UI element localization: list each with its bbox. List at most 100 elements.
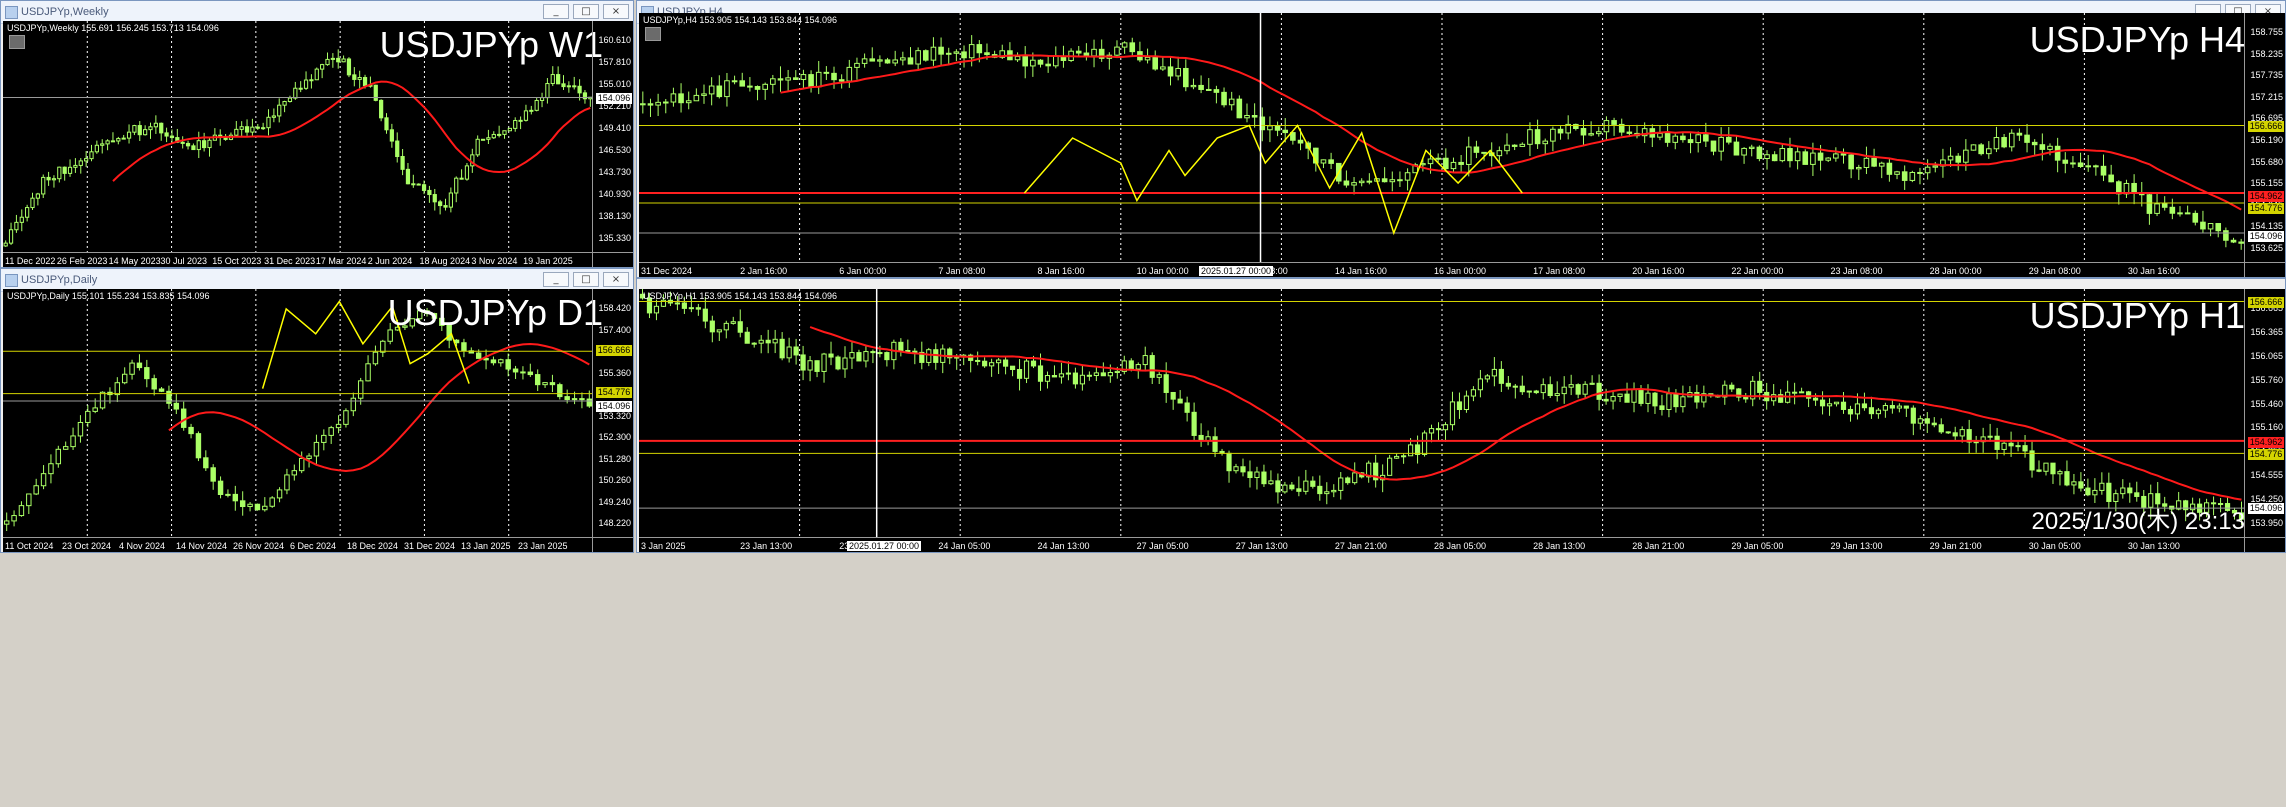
maximize-button[interactable]: □ [573, 4, 599, 19]
candle [1121, 41, 1128, 54]
candle [1212, 427, 1218, 458]
candle [838, 74, 845, 89]
candle [1016, 359, 1023, 391]
candle [1226, 450, 1232, 483]
weekly-chart-area[interactable]: USDJPYp,Weekly 155.691 156.245 153.713 1… [3, 21, 633, 267]
camera-icon[interactable] [645, 27, 661, 41]
candle [1533, 389, 1539, 395]
price-tick-label: 146.530 [598, 145, 631, 155]
candle [1366, 173, 1373, 185]
price-axis[interactable]: 158.755 158.235 157.735 157.215 156.695 156.1… [2244, 13, 2285, 277]
candle [747, 77, 753, 92]
candle [1458, 155, 1464, 174]
candle [1100, 362, 1106, 377]
candle [1358, 178, 1365, 187]
candle [815, 60, 822, 95]
candle [395, 132, 400, 163]
moving-average-line [168, 342, 590, 473]
time-tick-label: 19 Jan 2025 [523, 256, 573, 266]
price-level-box: 154.776 [596, 387, 632, 398]
candle [800, 69, 807, 89]
candle [1053, 46, 1059, 69]
candle [1952, 426, 1958, 442]
candle [255, 124, 260, 130]
candle [48, 454, 54, 484]
candle [159, 122, 164, 141]
daily-chart-window[interactable]: USDJPYp,Daily _ □ × USDJPYp,Daily 155.10… [0, 268, 634, 553]
candle [1338, 472, 1344, 500]
price-axis[interactable]: 160.610 157.810 155.010 152.210 149.410 146.5… [592, 21, 633, 267]
candle [800, 345, 806, 381]
candle [792, 70, 799, 80]
candle [1938, 418, 1944, 434]
candle [121, 367, 128, 385]
candle [779, 332, 785, 361]
time-tick-label: 28 Jan 05:00 [1434, 541, 1487, 551]
candle [884, 351, 890, 367]
time-axis[interactable]: 11 Oct 2024 23 Oct 2024 4 Nov 2024 14 Nov 2… [3, 537, 633, 552]
candle [2085, 478, 2091, 497]
candle [1756, 145, 1763, 162]
time-tick-label: 14 Jan 16:00 [1334, 266, 1387, 276]
candle [926, 347, 932, 367]
candle [1595, 126, 1602, 137]
candle [786, 337, 792, 363]
candle [1840, 148, 1847, 164]
h1-chart-window[interactable]: USDJPYp,H1 153.905 154.143 153.844 154.0… [636, 278, 2286, 553]
price-tick-label: 157.215 [2250, 91, 2283, 102]
candle [938, 37, 944, 66]
timeframe-label: USDJPYp H4 [2029, 19, 2245, 60]
candle [475, 135, 480, 157]
time-axis[interactable]: 11 Dec 2022 26 Feb 2023 14 May 2023 30 Jul … [3, 252, 633, 267]
price-axis[interactable]: 158.420157.400156.380155.360154.340153.3… [592, 289, 633, 552]
candle [1296, 476, 1302, 497]
candle [1086, 371, 1092, 381]
time-axis[interactable]: 3 Jan 202523 Jan 13:0023 Jan 21:0024 Jan… [639, 537, 2285, 552]
camera-icon[interactable] [9, 35, 25, 49]
candle [1896, 403, 1902, 413]
daily-chart-area[interactable]: USDJPYp,Daily 155.101 155.234 153.835 15… [3, 289, 633, 552]
candle [51, 175, 57, 188]
candle [1473, 140, 1480, 159]
minimize-button[interactable]: _ [543, 272, 569, 287]
time-axis[interactable]: 31 Dec 2024 2 Jan 16:00 6 Jan 00:00 7 Jan 0… [639, 262, 2285, 277]
price-tick-label: 135.330 [598, 233, 631, 243]
h1-chart-area[interactable]: USDJPYp,H1 153.905 154.143 153.844 154.0… [639, 289, 2285, 552]
candle [1331, 484, 1337, 498]
time-tick-label: 23 Jan 08:00 [1830, 266, 1883, 276]
candle [1680, 132, 1686, 143]
h4-chart-area[interactable]: USDJPYp,H4 153.905 154.143 153.844 154.0… [639, 13, 2285, 277]
candle [1687, 133, 1694, 154]
candle [1401, 453, 1407, 464]
candle [1710, 140, 1717, 156]
weekly-chart-window[interactable]: USDJPYp,Weekly _ □ × USDJPYp,Weekly 155.… [0, 0, 634, 268]
candle [1129, 37, 1136, 57]
candle [1470, 386, 1477, 402]
symbol-info: USDJPYp,H4 153.905 154.143 153.844 154.0… [643, 15, 837, 25]
candle [454, 176, 459, 203]
candle [291, 464, 298, 481]
close-button[interactable]: × [603, 272, 629, 287]
candle [239, 121, 244, 137]
h4-chart-window[interactable]: USDJPYp,H4 _ □ × USDJPYp,H4 153.905 154.… [636, 0, 2286, 278]
candle [62, 441, 69, 450]
candle [1373, 454, 1379, 488]
time-tick-label: 26 Feb 2023 [56, 256, 108, 266]
candle [196, 131, 201, 159]
maximize-button[interactable]: □ [573, 272, 599, 287]
candle [1931, 417, 1937, 428]
candle [1973, 435, 1979, 453]
candle [1664, 123, 1671, 147]
minimize-button[interactable]: _ [543, 4, 569, 19]
candle [1978, 142, 1984, 156]
candle [1175, 56, 1181, 81]
candle [1228, 91, 1235, 111]
price-axis[interactable]: 156.665 156.365 156.065 155.760 155.460 155.1… [2244, 289, 2285, 552]
candle [793, 338, 799, 365]
candle [234, 120, 239, 137]
candle [116, 136, 121, 145]
close-button[interactable]: × [603, 4, 629, 19]
candle [1917, 167, 1923, 185]
candle [2085, 155, 2092, 172]
candle [785, 69, 791, 92]
